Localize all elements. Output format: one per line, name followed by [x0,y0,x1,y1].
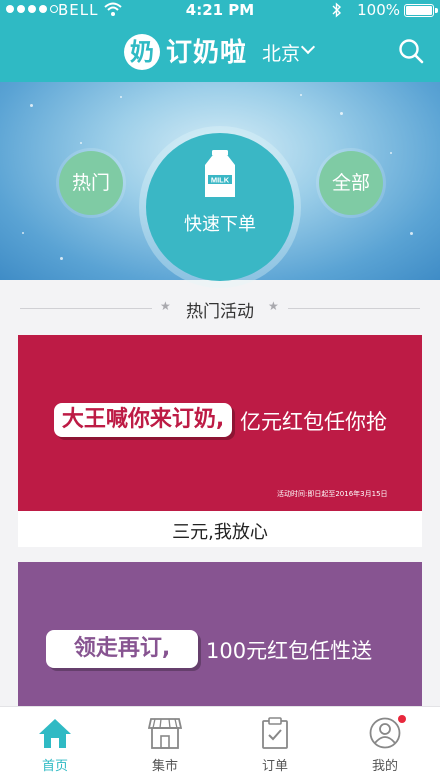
promo-caption: 三元,我放心 [172,522,268,543]
promo-card[interactable]: 大王喊你来订奶, 亿元红包任你抢 活动时间:即日起至2016年3月15日 三元,… [18,335,422,547]
chevron-down-icon [300,39,316,55]
tab-orders[interactable]: 订单 [220,707,330,774]
promo-card[interactable]: 领走再订, 100元红包任性送 [18,562,422,706]
user-icon [369,717,401,749]
app-header: 奶 订奶啦 北京 [0,20,440,82]
clipboard-icon [262,717,288,749]
milk-bottle-icon: MILK [205,150,235,197]
tab-home[interactable]: 首页 [0,707,110,774]
status-bar: BELL 4:21 PM 100% [0,0,440,20]
svg-text:MILK: MILK [211,176,230,185]
quick-order-button[interactable]: MILK 快速下单 [146,133,294,281]
promo-headline: 100元红包任性送 [206,639,373,663]
search-icon[interactable] [398,38,424,64]
city-label: 北京 [262,43,301,65]
divider [288,308,420,309]
app-title: 订奶啦 [166,38,248,68]
tab-label: 我的 [371,759,398,774]
battery-icon [404,4,438,17]
tab-profile[interactable]: 我的 [330,707,440,774]
promo-headline: 亿元红包任你抢 [240,410,387,434]
section-title: 热门活动 [186,302,254,322]
quick-order-label: 快速下单 [184,214,256,235]
app-logo: 奶 [124,34,160,70]
bluetooth-icon [332,2,342,18]
tab-label: 集市 [151,759,178,774]
bottom-tab-bar: 首页 集市 订单 我的 [0,706,440,774]
promo-tag: 大王喊你来订奶, [54,403,232,437]
section-header: ★ 热门活动 ★ [0,296,440,322]
promo-fineprint: 活动时间:即日起至2016年3月15日 [277,490,388,498]
notification-badge [398,715,406,723]
promo-tag: 领走再订, [46,630,198,668]
home-icon [39,719,71,748]
battery-percent: 100% [357,1,400,19]
store-icon [148,718,182,749]
tab-label: 订单 [261,759,288,774]
tab-market[interactable]: 集市 [110,707,220,774]
all-button[interactable]: 全部 [319,151,383,215]
hot-button[interactable]: 热门 [59,151,123,215]
star-icon: ★ [268,299,279,313]
tab-label: 首页 [41,759,68,774]
